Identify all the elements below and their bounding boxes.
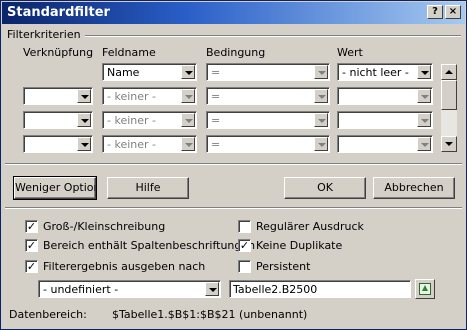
field-name-select-2[interactable]: - keiner - <box>102 87 197 105</box>
chevron-down-icon[interactable] <box>314 65 328 79</box>
field-name-value: Name <box>107 66 140 79</box>
chevron-down-icon[interactable] <box>417 89 431 103</box>
value-select-3[interactable] <box>337 111 433 129</box>
condition-value: = <box>211 66 221 79</box>
header-condition: Bedingung <box>206 46 266 59</box>
standard-filter-dialog: Standardfilter ? × Filterkriterien Verkn… <box>0 0 467 330</box>
condition-select-3[interactable]: = <box>206 111 330 129</box>
filter-criteria-label: Filterkriterien <box>7 28 81 41</box>
condition-select-2[interactable]: = <box>206 87 330 105</box>
help-title-button[interactable]: ? <box>427 5 443 19</box>
data-range-value: $Tabelle1.$B$1:$B$21 (unbenannt) <box>112 308 308 321</box>
case-sensitive-checkbox[interactable]: ✓ <box>25 220 38 233</box>
regex-checkbox[interactable] <box>238 220 251 233</box>
separator <box>5 163 462 165</box>
value-select-1[interactable]: - nicht leer - <box>337 63 433 81</box>
chevron-down-icon[interactable] <box>181 113 195 127</box>
chevron-down-icon[interactable] <box>77 113 91 127</box>
condition-value: = <box>211 138 221 151</box>
chevron-down-icon[interactable] <box>181 137 195 151</box>
separator <box>5 207 462 209</box>
field-name-select-1[interactable]: Name <box>102 63 197 81</box>
ok-label: OK <box>317 181 333 194</box>
condition-value: = <box>211 90 221 103</box>
chevron-down-icon[interactable] <box>314 113 328 127</box>
no-duplicates-label: Keine Duplikate <box>256 239 343 252</box>
regex-label: Regulärer Ausdruck <box>256 220 364 233</box>
header-field: Feldname <box>102 46 156 59</box>
ok-button[interactable]: OK <box>284 177 366 199</box>
cancel-button[interactable]: Abbrechen <box>373 177 455 199</box>
chevron-down-icon[interactable] <box>77 137 91 151</box>
chevron-down-icon[interactable] <box>314 89 328 103</box>
criteria-scrollbar[interactable] <box>441 64 457 152</box>
condition-value: = <box>211 114 221 127</box>
group-divider <box>85 35 461 37</box>
scroll-up-icon[interactable] <box>441 64 457 80</box>
chevron-down-icon[interactable] <box>417 65 431 79</box>
header-link: Verknüpfung <box>23 46 94 59</box>
data-range-label: Datenbereich: <box>9 308 87 321</box>
scroll-thumb[interactable] <box>441 80 457 110</box>
field-name-value: - keiner - <box>107 114 156 127</box>
value-select-2[interactable] <box>337 87 433 105</box>
chevron-down-icon[interactable] <box>205 282 219 296</box>
chevron-down-icon[interactable] <box>77 89 91 103</box>
field-name-value: - keiner - <box>107 138 156 151</box>
value-select-4[interactable] <box>337 135 433 153</box>
chevron-down-icon[interactable] <box>181 65 195 79</box>
cancel-label: Abbrechen <box>384 181 444 194</box>
field-name-value: - keiner - <box>107 90 156 103</box>
link-select-3[interactable] <box>23 111 93 129</box>
copy-results-label: Filterergebnis ausgeben nach <box>43 260 206 273</box>
persistent-label: Persistent <box>256 260 311 273</box>
condition-select-1[interactable]: = <box>206 63 330 81</box>
output-target-select[interactable]: - undefiniert - <box>38 280 221 298</box>
help-button[interactable]: Hilfe <box>107 177 189 199</box>
link-select-2[interactable] <box>23 87 93 105</box>
field-name-select-4[interactable]: - keiner - <box>102 135 197 153</box>
case-sensitive-label: Groß-/Kleinschreibung <box>43 220 166 233</box>
chevron-down-icon[interactable] <box>417 137 431 151</box>
less-options-label: Weniger Optione <box>15 181 95 194</box>
chevron-down-icon[interactable] <box>314 137 328 151</box>
output-target-value: - undefiniert - <box>43 283 119 296</box>
less-options-button[interactable]: Weniger Optione <box>13 176 97 200</box>
field-name-select-3[interactable]: - keiner - <box>102 111 197 129</box>
has-headers-label: Bereich enthält Spaltenbeschriftungen <box>43 239 256 252</box>
shrink-button[interactable] <box>415 279 435 299</box>
chevron-down-icon[interactable] <box>417 113 431 127</box>
condition-select-4[interactable]: = <box>206 135 330 153</box>
output-reference-input[interactable]: Tabelle2.B2500 <box>229 280 411 298</box>
has-headers-checkbox[interactable]: ✓ <box>25 239 38 252</box>
shrink-icon <box>419 283 431 295</box>
close-icon[interactable]: × <box>445 5 461 19</box>
no-duplicates-checkbox[interactable]: ✓ <box>238 239 251 252</box>
header-value: Wert <box>337 46 363 59</box>
persistent-checkbox[interactable] <box>238 260 251 273</box>
copy-results-checkbox[interactable]: ✓ <box>25 260 38 273</box>
dialog-title: Standardfilter <box>7 5 110 20</box>
help-label: Hilfe <box>135 181 161 194</box>
scroll-down-icon[interactable] <box>441 136 457 152</box>
link-select-4[interactable] <box>23 135 93 153</box>
value-value: - nicht leer - <box>342 66 409 79</box>
chevron-down-icon[interactable] <box>181 89 195 103</box>
title-bar: Standardfilter ? × <box>2 2 465 24</box>
